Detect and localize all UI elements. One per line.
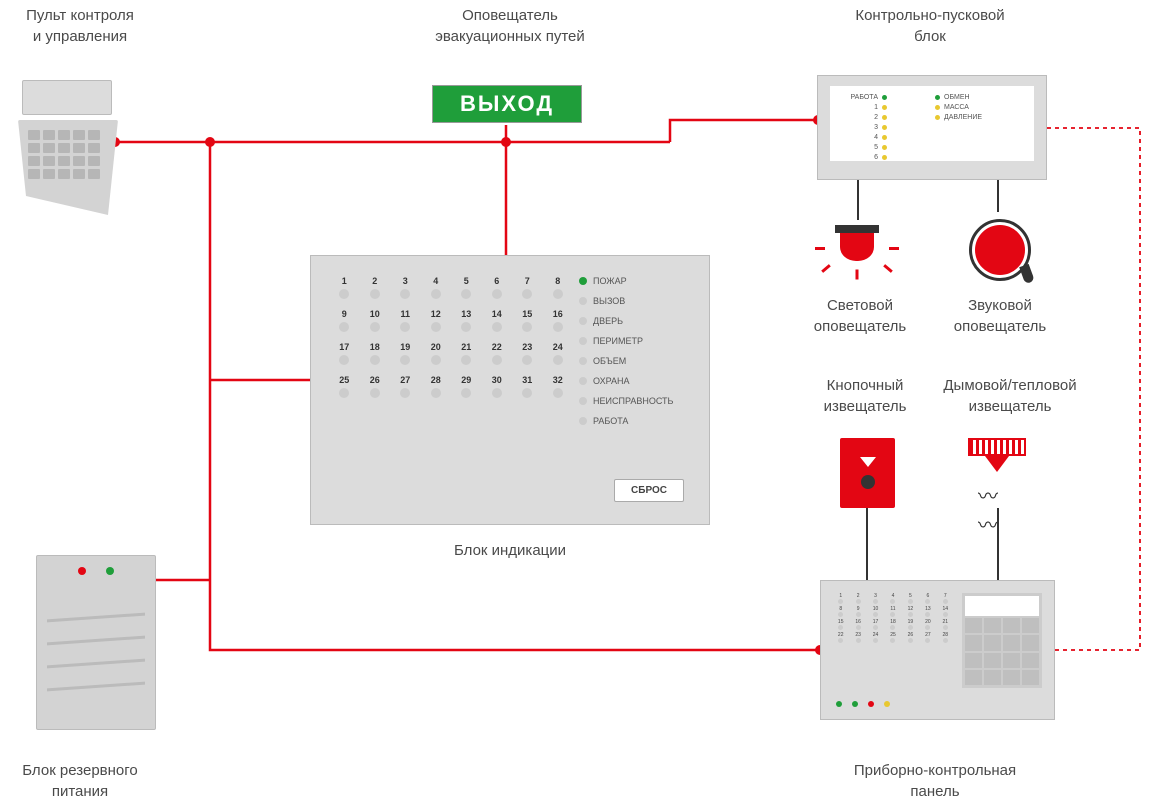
panel-zone-13: 13	[920, 606, 935, 617]
status-ВЫЗОВ: ВЫЗОВ	[579, 296, 689, 306]
panel-zone-28: 28	[938, 632, 953, 643]
panel-zone-17: 17	[868, 619, 883, 630]
indication-block: 1234567891011121314151617181920212223242…	[310, 255, 710, 525]
keypad-keys-icon	[28, 130, 100, 179]
zone-19: 19	[392, 342, 419, 365]
zone-15: 15	[514, 309, 541, 332]
zone-3: 3	[392, 276, 419, 299]
zone-6: 6	[484, 276, 511, 299]
zone-9: 9	[331, 309, 358, 332]
zone-25: 25	[331, 375, 358, 398]
zone-2: 2	[362, 276, 389, 299]
control-panel: 1234567891011121314151617181920212223242…	[820, 580, 1055, 720]
label-detector: Дымовой/тепловойизвещатель	[930, 375, 1090, 417]
panel-zone-26: 26	[903, 632, 918, 643]
label-ups: Блок резервногопитания	[0, 760, 160, 802]
zone-32: 32	[545, 375, 572, 398]
zone-5: 5	[453, 276, 480, 299]
zone-12: 12	[423, 309, 450, 332]
zone-7: 7	[514, 276, 541, 299]
reset-button[interactable]: СБРОС	[614, 479, 684, 502]
zone-13: 13	[453, 309, 480, 332]
panel-zone-3: 3	[868, 593, 883, 604]
zone-20: 20	[423, 342, 450, 365]
zone-21: 21	[453, 342, 480, 365]
status-НЕИСПРАВНОСТЬ: НЕИСПРАВНОСТЬ	[579, 396, 689, 406]
label-panel: Приборно-контрольнаяпанель	[820, 760, 1050, 802]
panel-zone-22: 22	[833, 632, 848, 643]
panel-zone-1: 1	[833, 593, 848, 604]
panel-zone-2: 2	[850, 593, 865, 604]
zone-14: 14	[484, 309, 511, 332]
panel-zone-23: 23	[850, 632, 865, 643]
panel-zone-14: 14	[938, 606, 953, 617]
status-РАБОТА: РАБОТА	[579, 416, 689, 426]
control-start-block: РАБОТАОБМЕН1МАССА2ДАВЛЕНИЕ3456	[817, 75, 1047, 180]
panel-zone-19: 19	[903, 619, 918, 630]
manual-callpoint-icon	[840, 438, 895, 508]
panel-zone-5: 5	[903, 593, 918, 604]
zone-27: 27	[392, 375, 419, 398]
zone-28: 28	[423, 375, 450, 398]
panel-zone-9: 9	[850, 606, 865, 617]
zone-10: 10	[362, 309, 389, 332]
panel-zone-24: 24	[868, 632, 883, 643]
panel-zone-15: 15	[833, 619, 848, 630]
zone-1: 1	[331, 276, 358, 299]
label-keypad: Пульт контроляи управления	[10, 5, 150, 47]
label-ctrl-block: Контрольно-пусковойблок	[820, 5, 1040, 47]
exit-sign-text: ВЫХОД	[460, 91, 554, 117]
zone-16: 16	[545, 309, 572, 332]
status-ОХРАНА: ОХРАНА	[579, 376, 689, 386]
zone-26: 26	[362, 375, 389, 398]
panel-zone-12: 12	[903, 606, 918, 617]
panel-zone-27: 27	[920, 632, 935, 643]
panel-zone-10: 10	[868, 606, 883, 617]
label-sound-ann: Звуковойоповещатель	[940, 295, 1060, 337]
zone-11: 11	[392, 309, 419, 332]
zone-24: 24	[545, 342, 572, 365]
zone-30: 30	[484, 375, 511, 398]
panel-status-leds	[836, 701, 890, 707]
panel-zone-18: 18	[885, 619, 900, 630]
status-ПОЖАР: ПОЖАР	[579, 276, 689, 286]
status-ОБЪЕМ: ОБЪЕМ	[579, 356, 689, 366]
backup-power-block	[36, 555, 156, 730]
smoke-heat-detector-icon: 〰 〰	[968, 438, 1028, 508]
sound-annunciator-icon	[960, 210, 1040, 290]
zone-4: 4	[423, 276, 450, 299]
zone-23: 23	[514, 342, 541, 365]
zone-22: 22	[484, 342, 511, 365]
light-annunciator-icon	[817, 215, 897, 285]
zone-31: 31	[514, 375, 541, 398]
panel-keypad-icon	[962, 593, 1042, 688]
exit-sign: ВЫХОД	[432, 85, 582, 123]
panel-zone-6: 6	[920, 593, 935, 604]
zone-18: 18	[362, 342, 389, 365]
panel-zone-11: 11	[885, 606, 900, 617]
panel-zone-4: 4	[885, 593, 900, 604]
control-keypad-device	[18, 80, 118, 220]
panel-zone-16: 16	[850, 619, 865, 630]
zone-8: 8	[545, 276, 572, 299]
zone-29: 29	[453, 375, 480, 398]
label-callpoint: Кнопочныйизвещатель	[800, 375, 930, 417]
panel-zone-20: 20	[920, 619, 935, 630]
panel-zone-7: 7	[938, 593, 953, 604]
status-ДВЕРЬ: ДВЕРЬ	[579, 316, 689, 326]
zone-17: 17	[331, 342, 358, 365]
panel-zone-8: 8	[833, 606, 848, 617]
label-exit: Оповещательэвакуационных путей	[410, 5, 610, 47]
label-indication: Блок индикации	[440, 540, 580, 561]
label-light-ann: Световойоповещатель	[800, 295, 920, 337]
panel-zone-21: 21	[938, 619, 953, 630]
status-ПЕРИМЕТР: ПЕРИМЕТР	[579, 336, 689, 346]
panel-zone-25: 25	[885, 632, 900, 643]
